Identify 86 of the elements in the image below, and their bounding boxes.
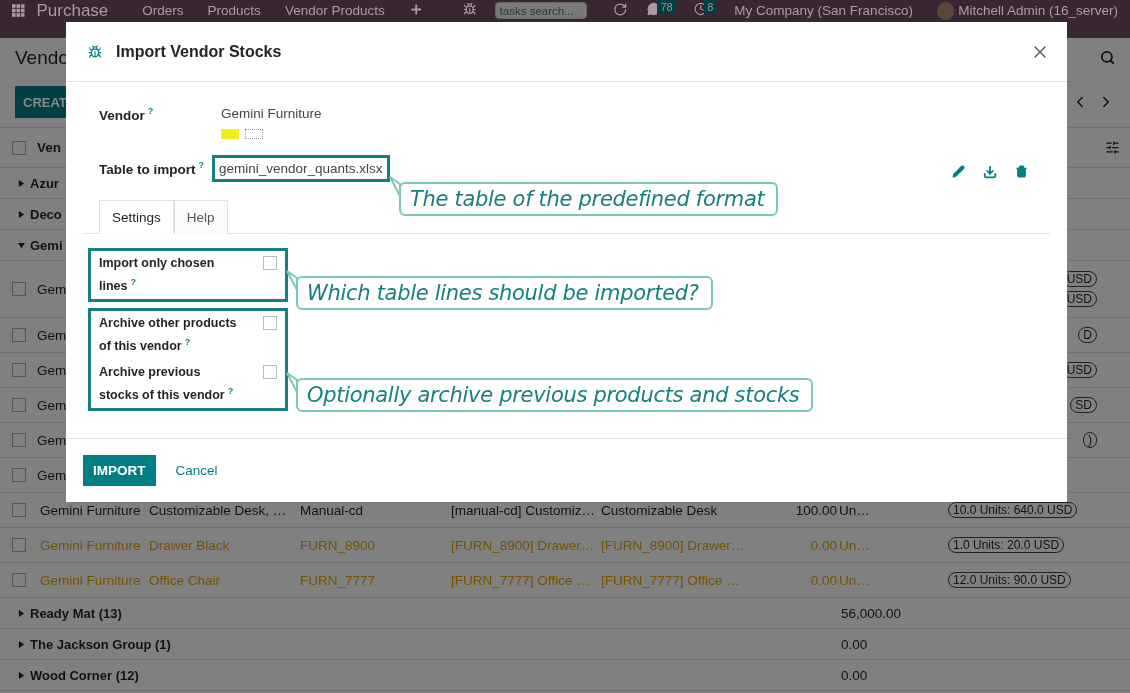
table-cell: Gem xyxy=(37,397,67,413)
row-checkbox[interactable] xyxy=(12,538,26,552)
table-cell: Gem xyxy=(37,467,67,483)
group-label[interactable]: Wood Corner (12) xyxy=(30,667,139,683)
option-label: Import only chosen lines $^{?}$ xyxy=(99,255,216,296)
table-cell-text: [manual-cd] Customiz… xyxy=(451,502,597,518)
file-field[interactable]: gemini_vendor_quants.xlsx xyxy=(212,155,390,182)
group-label[interactable]: Gemi xyxy=(30,237,63,253)
column-header[interactable]: Ven xyxy=(37,140,61,155)
company-name[interactable]: My Company (San Francisco) xyxy=(734,2,913,19)
menu-item[interactable]: Orders xyxy=(142,2,184,19)
table-cell-text: 0.00 xyxy=(809,537,838,553)
group-label[interactable]: Ready Mat (13) xyxy=(30,605,122,621)
trash-icon[interactable] xyxy=(1015,165,1028,178)
row-checkbox[interactable] xyxy=(12,468,26,482)
group-label[interactable]: The Jackson Group (1) xyxy=(30,636,171,652)
table-cell-text: Customizable Desk, … xyxy=(149,502,288,518)
message-count: 78 xyxy=(657,0,676,14)
table-cell-text: Manual-cd xyxy=(300,502,365,518)
table-cell-text: Un… xyxy=(839,537,871,553)
callout-note: Which table lines should be imported? xyxy=(296,276,713,310)
menu-item[interactable]: Products xyxy=(207,2,261,19)
activity-count: 8 xyxy=(704,0,717,14)
table-cell-text: Un… xyxy=(839,572,871,588)
field-label: Table to import $^{?}$ xyxy=(99,159,205,179)
search-field[interactable]: tasks search... xyxy=(494,2,587,19)
table-cell-text: FURN_7777 xyxy=(300,572,377,588)
option-checkbox[interactable] xyxy=(263,316,277,331)
apps-menu-icon[interactable] xyxy=(12,4,25,17)
menu-item[interactable]: Vendor Products xyxy=(284,2,385,19)
table-cell-text: Customizable Desk xyxy=(601,502,719,518)
table-cell-text: 100.00 xyxy=(794,502,838,518)
plus-icon[interactable] xyxy=(408,2,424,17)
group-total: 0.00 xyxy=(841,636,869,652)
group-label[interactable]: Azur xyxy=(30,175,59,191)
select-all-checkbox[interactable] xyxy=(12,140,26,155)
cancel-button[interactable]: Cancel xyxy=(169,459,224,482)
group-total: 56,000.00 xyxy=(841,605,903,621)
callout-note: The table of the predefined format xyxy=(399,182,779,216)
callout-note: Optionally archive previous products and stocks xyxy=(296,378,814,412)
group-label[interactable]: Deco xyxy=(30,206,62,222)
refresh-icon[interactable] xyxy=(612,2,627,17)
table-cell-text: Office Chair xyxy=(149,572,222,588)
bug-icon xyxy=(88,44,102,59)
table-cell: Gem xyxy=(37,432,67,448)
table-cell: Gem xyxy=(37,327,67,343)
download-icon[interactable] xyxy=(983,165,997,179)
option-checkbox[interactable] xyxy=(263,365,277,380)
edit-icon[interactable] xyxy=(952,165,965,178)
row-checkbox[interactable] xyxy=(12,503,26,517)
bug-icon[interactable] xyxy=(463,2,477,16)
option-label: Archive previous stocks of this vendor $^{?}$ xyxy=(99,364,235,405)
table-cell-text: Drawer Black xyxy=(149,537,231,553)
table-cell: Gem xyxy=(37,362,67,378)
row-checkbox[interactable] xyxy=(12,363,26,377)
tab[interactable]: Settings xyxy=(99,200,174,234)
create-button[interactable]: CREAT xyxy=(15,86,66,119)
table-cell-text: Un… xyxy=(839,502,871,518)
row-checkbox[interactable] xyxy=(12,433,26,447)
table-cell: Gem xyxy=(37,281,67,297)
table-cell-text: Gemini Furniture xyxy=(40,572,142,588)
tab[interactable]: Help xyxy=(173,200,228,234)
row-checkbox[interactable] xyxy=(12,282,26,296)
user-name[interactable]: Mitchell Admin (16_server) xyxy=(958,2,1118,19)
table-cell-text: [FURN_7777] Office … xyxy=(451,572,591,588)
row-checkbox[interactable] xyxy=(12,398,26,412)
table-cell-text: [FURN_7777] Office … xyxy=(601,572,741,588)
table-cell-text: [FURN_8900] Drawer… xyxy=(601,537,746,553)
column-settings-icon[interactable] xyxy=(1105,140,1120,155)
table-cell-text: [FURN_8900] Drawer… xyxy=(451,537,596,553)
table-cell-text: Gemini Furniture xyxy=(40,537,142,553)
table-cell-text: 0.00 xyxy=(809,572,838,588)
vendor-value: Gemini Furniture xyxy=(221,106,322,121)
app-name[interactable]: Purchase xyxy=(36,2,109,19)
quantity-badge: ) xyxy=(1083,432,1097,448)
row-checkbox[interactable] xyxy=(12,328,26,342)
table-cell-text: FURN_8900 xyxy=(300,537,377,553)
table-cell-text: Gemini Furniture xyxy=(40,502,142,518)
field-label: Vendor $^{?}$ xyxy=(99,106,155,125)
group-total: 0.00 xyxy=(841,667,869,683)
option-checkbox[interactable] xyxy=(263,256,277,270)
dialog-title: Import Vendor Stocks xyxy=(116,42,283,61)
search-icon[interactable] xyxy=(1100,50,1115,66)
option-label: Archive other products of this vendor $^{?}$ xyxy=(99,315,238,356)
import-button[interactable]: IMPORT xyxy=(83,455,156,486)
row-checkbox[interactable] xyxy=(12,573,26,587)
